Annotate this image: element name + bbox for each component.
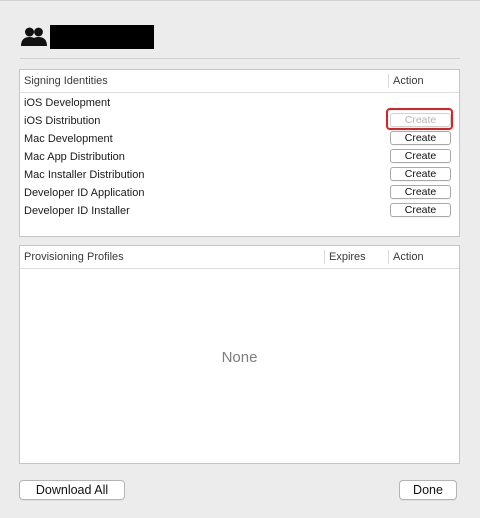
create-developer-id-application-button[interactable]: Create	[390, 185, 451, 199]
create-developer-id-installer-button[interactable]: Create	[390, 203, 451, 217]
column-header-expires[interactable]: Expires	[325, 246, 366, 268]
signing-identities-header: Signing Identities Action	[20, 70, 459, 93]
create-mac-development-button[interactable]: Create	[390, 131, 451, 145]
provisioning-profiles-header: Provisioning Profiles Expires Action	[20, 246, 459, 269]
table-row-developer-id-application: Developer ID Application Create	[20, 184, 459, 202]
account-name-redacted	[50, 25, 154, 49]
table-row-mac-app-distribution: Mac App Distribution Create	[20, 148, 459, 166]
identity-name: iOS Distribution	[24, 115, 101, 127]
signing-identities-rows: iOS Development iOS Distribution Create …	[20, 93, 459, 220]
table-row-developer-id-installer: Developer ID Installer Create	[20, 202, 459, 220]
window-top-border	[0, 0, 480, 1]
column-header-signing-identities[interactable]: Signing Identities	[20, 70, 108, 92]
column-header-action[interactable]: Action	[389, 70, 424, 92]
highlight-annotation	[386, 108, 453, 130]
download-all-button[interactable]: Download All	[19, 480, 125, 500]
table-row-mac-development: Mac Development Create	[20, 130, 459, 148]
header-separator	[20, 58, 460, 59]
identity-name: Developer ID Application	[24, 187, 145, 199]
table-row-mac-installer-distribution: Mac Installer Distribution Create	[20, 166, 459, 184]
identity-name: Mac App Distribution	[24, 151, 125, 163]
provisioning-profiles-table: Provisioning Profiles Expires Action Non…	[19, 245, 460, 464]
table-row-ios-distribution: iOS Distribution Create	[20, 108, 459, 130]
column-header-action[interactable]: Action	[389, 246, 424, 268]
identity-name: Mac Development	[24, 133, 113, 145]
account-header	[20, 24, 154, 50]
signing-identities-table: Signing Identities Action iOS Developmen…	[19, 69, 460, 237]
done-button[interactable]: Done	[399, 480, 457, 500]
identity-name: Mac Installer Distribution	[24, 169, 145, 181]
column-header-provisioning-profiles[interactable]: Provisioning Profiles	[20, 246, 124, 268]
empty-state-label: None	[221, 349, 258, 366]
create-mac-app-distribution-button[interactable]: Create	[390, 149, 451, 163]
identity-name: Developer ID Installer	[24, 205, 130, 217]
identity-name: iOS Development	[24, 97, 111, 109]
users-icon	[21, 27, 47, 46]
create-mac-installer-distribution-button[interactable]: Create	[390, 167, 451, 181]
